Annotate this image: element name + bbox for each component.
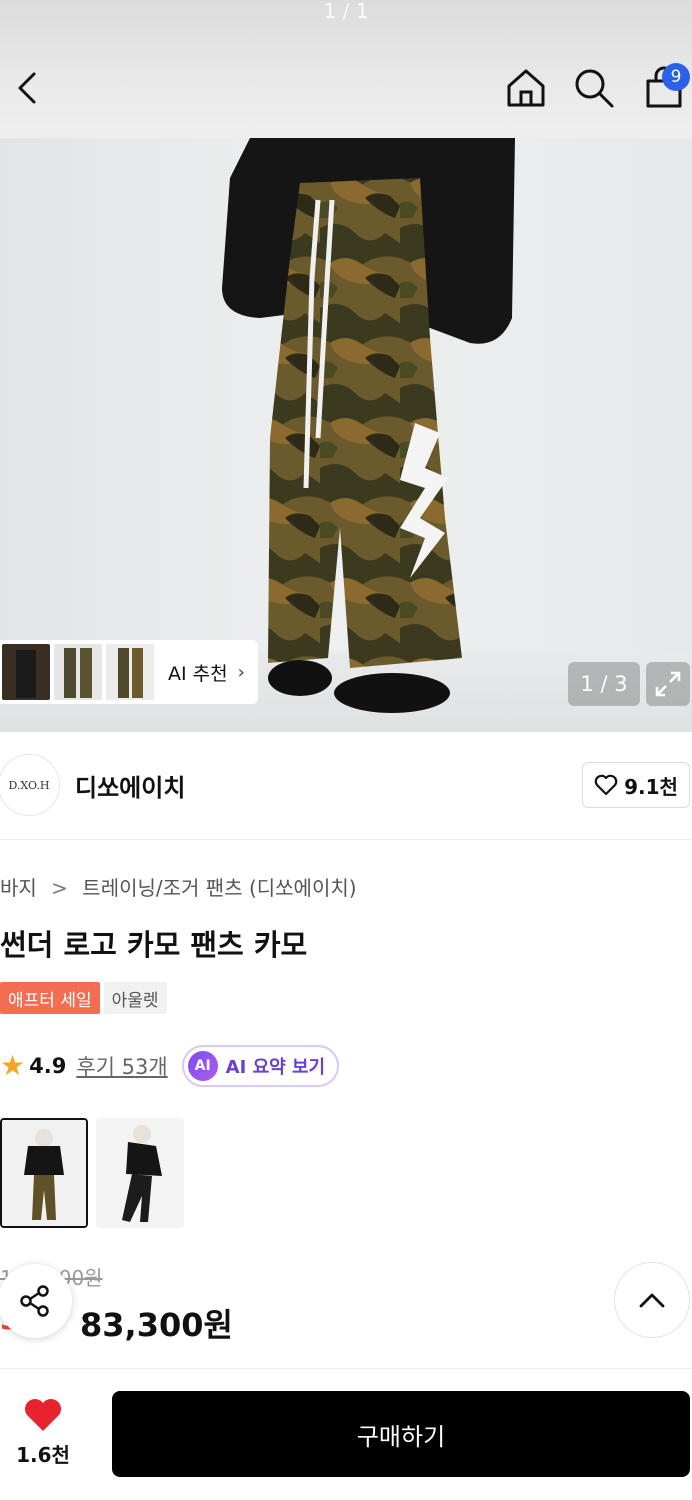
search-button[interactable]: [566, 60, 622, 116]
cart-button[interactable]: 9: [636, 60, 692, 116]
brand-row: D.XO.H 디쏘에이치 9.1천: [0, 732, 692, 840]
ai-recommend-link[interactable]: AI 추천 ›: [168, 659, 245, 686]
variant-option-2[interactable]: [96, 1118, 184, 1228]
buy-button[interactable]: 구매하기: [112, 1391, 690, 1477]
recommend-thumb-2[interactable]: [54, 644, 102, 700]
home-icon: [507, 69, 545, 107]
product-hero-image[interactable]: AI 추천 › 1 / 3: [0, 138, 692, 732]
share-button[interactable]: [0, 1264, 72, 1338]
sale-price: 83,300원: [80, 1306, 233, 1344]
chevron-right-icon: ›: [237, 661, 245, 683]
brand-like-button[interactable]: 9.1천: [582, 762, 690, 808]
wishlist-button[interactable]: 1.6천: [8, 1397, 78, 1468]
ai-recommend-strip[interactable]: AI 추천 ›: [0, 640, 258, 704]
page-indicator: 1 / 1: [323, 0, 369, 23]
ai-recommend-label: AI 추천: [168, 662, 228, 685]
star-icon: ★: [0, 1049, 26, 1082]
image-counter: 1 / 3: [568, 662, 640, 706]
expand-image-button[interactable]: [646, 662, 690, 706]
color-variants: [0, 1118, 184, 1228]
breadcrumb: 바지 > 트레이닝/조거 팬츠 (디쏘에이치): [0, 872, 357, 901]
bottom-action-bar: 1.6천 구매하기: [0, 1368, 692, 1500]
product-badges: 애프터 세일 아울렛: [0, 982, 167, 1014]
variant-option-1[interactable]: [0, 1118, 88, 1228]
back-button[interactable]: [0, 60, 56, 116]
outlet-badge: 아울렛: [103, 982, 167, 1014]
brand-logo[interactable]: D.XO.H: [0, 754, 60, 816]
breadcrumb-separator: >: [51, 876, 68, 900]
brand-like-count: 9.1천: [624, 774, 678, 799]
search-icon: [575, 69, 614, 108]
recommend-thumb-3[interactable]: [106, 644, 154, 700]
rating-value: 4.9: [29, 1054, 67, 1078]
scroll-to-top-button[interactable]: [614, 1262, 690, 1338]
share-icon: [20, 1285, 49, 1317]
rating-row: ★ 4.9 후기 53개 AI AI 요약 보기: [0, 1044, 340, 1088]
sale-badge: 애프터 세일: [0, 982, 100, 1014]
breadcrumb-item-category[interactable]: 바지: [0, 876, 37, 900]
ai-summary-label: AI 요약 보기: [225, 1057, 326, 1078]
wishlist-count: 1.6천: [16, 1443, 70, 1467]
heart-filled-icon: [25, 1399, 61, 1431]
brand-name[interactable]: 디쏘에이치: [75, 768, 185, 803]
cart-count-badge: 9: [662, 63, 690, 91]
review-count-link[interactable]: 후기 53개: [76, 1051, 167, 1081]
heart-outline-icon: [594, 774, 618, 796]
chevron-up-icon: [639, 1293, 665, 1308]
brand-logo-text: D.XO.H: [8, 778, 50, 792]
breadcrumb-item-subcategory[interactable]: 트레이닝/조거 팬츠 (디쏘에이치): [82, 876, 356, 900]
home-button[interactable]: [498, 60, 554, 116]
back-arrow-icon: [18, 72, 36, 104]
ai-summary-button[interactable]: AI AI 요약 보기: [181, 1045, 340, 1087]
top-app-bar: 1 / 1 9: [0, 0, 692, 138]
recommend-thumb-1[interactable]: [2, 644, 50, 700]
expand-icon: [655, 671, 681, 697]
ai-badge-icon: AI: [187, 1051, 218, 1081]
product-title: 썬더 로고 카모 팬츠 카모: [0, 928, 308, 962]
